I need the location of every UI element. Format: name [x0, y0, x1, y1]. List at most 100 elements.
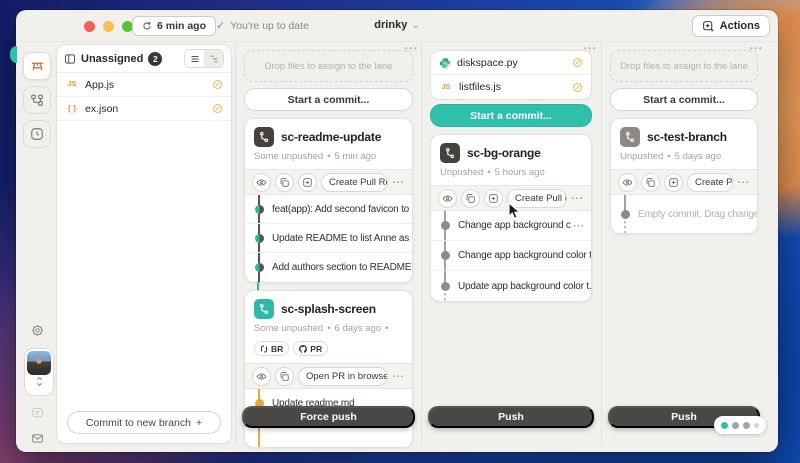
branch-card-sc-readme-update: sc-readme-update Some unpushed 5 min ago… — [244, 118, 413, 283]
file-row-listfiles[interactable]: JS listfiles.js — [431, 75, 591, 99]
feedback-mail-button[interactable] — [23, 424, 51, 452]
commit-row[interactable]: Change app background c... ⋯ — [431, 211, 591, 241]
force-push-button[interactable]: Force push — [242, 406, 415, 428]
empty-commit-row[interactable]: Empty commit. Drag changes h... — [611, 195, 757, 233]
json-file-icon: { } — [65, 104, 79, 113]
create-pr-button[interactable]: Create Pull Req... — [507, 189, 567, 208]
copy-icon — [645, 177, 656, 188]
start-commit-button[interactable]: Start a commit... — [610, 88, 758, 111]
refresh-icon — [142, 21, 152, 31]
tree-view-button[interactable] — [204, 50, 223, 67]
create-pr-label: Create Pull Req... — [695, 177, 733, 188]
push-button[interactable]: Push — [428, 406, 594, 428]
panel-icon — [64, 53, 76, 65]
branch-header[interactable]: sc-bg-orange Unpushed 5 hours ago — [431, 135, 591, 185]
branch-header[interactable]: sc-readme-update Some unpushed 5 min ago — [245, 119, 412, 169]
branch-icon — [440, 143, 460, 163]
copy-icon — [279, 177, 290, 188]
lane-pager[interactable] — [714, 416, 766, 434]
more-menu-button[interactable]: ⋯ — [737, 175, 750, 189]
workspace-rail-button[interactable] — [23, 52, 51, 80]
start-commit-button[interactable]: Start a commit... — [430, 104, 592, 127]
branch-name: sc-splash-screen — [281, 302, 376, 316]
js-file-icon: JS — [439, 84, 453, 91]
commit-message: Update README to list Anne as pr... — [272, 233, 412, 244]
desktop-background: 6 min ago ✓ You're up to date drinky ⌄ A… — [0, 0, 800, 463]
plus-square-icon — [488, 193, 499, 204]
remote-branch-badge[interactable]: BR — [254, 341, 289, 356]
more-menu-button[interactable]: ⋯ — [392, 175, 405, 189]
add-commit-button[interactable] — [298, 173, 317, 192]
pager-dot[interactable] — [754, 423, 759, 428]
commit-message: Change app background c... — [458, 220, 571, 231]
commit-more-button[interactable]: ⋯ — [571, 219, 591, 232]
commit-row[interactable]: Add authors section to README file — [245, 253, 412, 282]
settings-button[interactable] — [23, 316, 51, 344]
more-menu-button[interactable]: ⋯ — [392, 369, 405, 383]
trailing-dot: • — [385, 323, 388, 334]
fetch-status-button[interactable]: 6 min ago — [132, 16, 216, 36]
review-button[interactable] — [252, 173, 271, 192]
chat-button[interactable] — [23, 398, 51, 426]
review-button[interactable] — [438, 189, 457, 208]
commit-to-new-branch-button[interactable]: Commit to new branch + — [67, 411, 221, 434]
open-pr-button[interactable]: Open PR in browser — [298, 367, 388, 386]
commit-dot-icon — [441, 221, 450, 230]
commit-row[interactable]: feat(app): Add second favicon to ... — [245, 195, 412, 224]
commit-row[interactable]: Change app background color t... — [431, 241, 591, 271]
drop-zone-label: Drop files to assign to the lane — [265, 61, 393, 72]
branch-header[interactable]: sc-test-branch Unpushed 5 days ago — [611, 119, 757, 169]
review-button[interactable] — [618, 173, 637, 192]
eye-icon — [442, 193, 453, 204]
copy-button[interactable] — [275, 173, 294, 192]
history-clock-icon — [30, 127, 44, 141]
history-rail-button[interactable] — [23, 120, 51, 148]
branch-header[interactable]: sc-splash-screen Some unpushed 6 days ag… — [245, 291, 412, 341]
modified-badge-icon — [212, 103, 223, 114]
branches-rail-button[interactable] — [23, 86, 51, 114]
copy-button[interactable] — [461, 189, 480, 208]
more-menu-button[interactable]: ⋯ — [571, 191, 584, 205]
view-toggle — [184, 49, 224, 68]
actions-button[interactable]: Actions — [692, 15, 770, 37]
add-commit-button[interactable] — [664, 173, 683, 192]
mail-icon — [31, 432, 44, 445]
commit-list: feat(app): Add second favicon to ... Upd… — [245, 195, 412, 282]
add-commit-button[interactable] — [484, 189, 503, 208]
list-view-button[interactable] — [185, 50, 204, 67]
copy-button[interactable] — [641, 173, 660, 192]
commit-row[interactable]: Update README to list Anne as pr... — [245, 224, 412, 253]
branch-card-sc-test-branch: sc-test-branch Unpushed 5 days ago Creat… — [610, 118, 758, 234]
close-button[interactable] — [84, 21, 95, 32]
drop-zone[interactable]: Drop files to assign to the lane — [610, 50, 758, 82]
file-name: diskspace.py — [457, 57, 566, 69]
branch-status: Some unpushed — [254, 323, 323, 334]
file-row-diskspace[interactable]: diskspace.py — [431, 51, 591, 75]
commit-row[interactable]: Update app background color t... — [431, 271, 591, 301]
branch-status: Unpushed — [440, 167, 483, 178]
minimize-button[interactable] — [103, 21, 114, 32]
drop-zone[interactable]: Drop files to assign to the lane — [244, 50, 413, 82]
project-selector[interactable]: drinky ⌄ — [374, 19, 419, 31]
commit-message: Change app background color t... — [458, 250, 591, 261]
file-row-exjson[interactable]: { } ex.json — [57, 97, 231, 121]
js-file-icon: JS — [65, 81, 79, 88]
title-bar: 6 min ago ✓ You're up to date drinky ⌄ A… — [16, 10, 778, 42]
commit-dot-icon — [255, 234, 264, 243]
create-pr-button[interactable]: Create Pull Request — [321, 173, 388, 192]
copy-button[interactable] — [275, 367, 294, 386]
branch-name: sc-readme-update — [281, 130, 381, 144]
modified-badge-icon — [212, 79, 223, 90]
pager-dot[interactable] — [732, 422, 739, 429]
pager-dot[interactable] — [743, 422, 750, 429]
review-button[interactable] — [252, 367, 271, 386]
create-pr-button[interactable]: Create Pull Req... — [687, 173, 733, 192]
pr-badge[interactable]: PR — [293, 341, 328, 356]
branch-card-sc-bg-orange: sc-bg-orange Unpushed 5 hours ago Create… — [430, 134, 592, 302]
profile-widget[interactable] — [24, 348, 54, 396]
update-chevrons-icon — [34, 376, 45, 387]
file-row-appjs[interactable]: JS App.js — [57, 73, 231, 97]
start-commit-button[interactable]: Start a commit... — [244, 88, 413, 111]
pager-dot-active[interactable] — [721, 422, 728, 429]
empty-commit-message: Empty commit. Drag changes h... — [638, 209, 757, 220]
